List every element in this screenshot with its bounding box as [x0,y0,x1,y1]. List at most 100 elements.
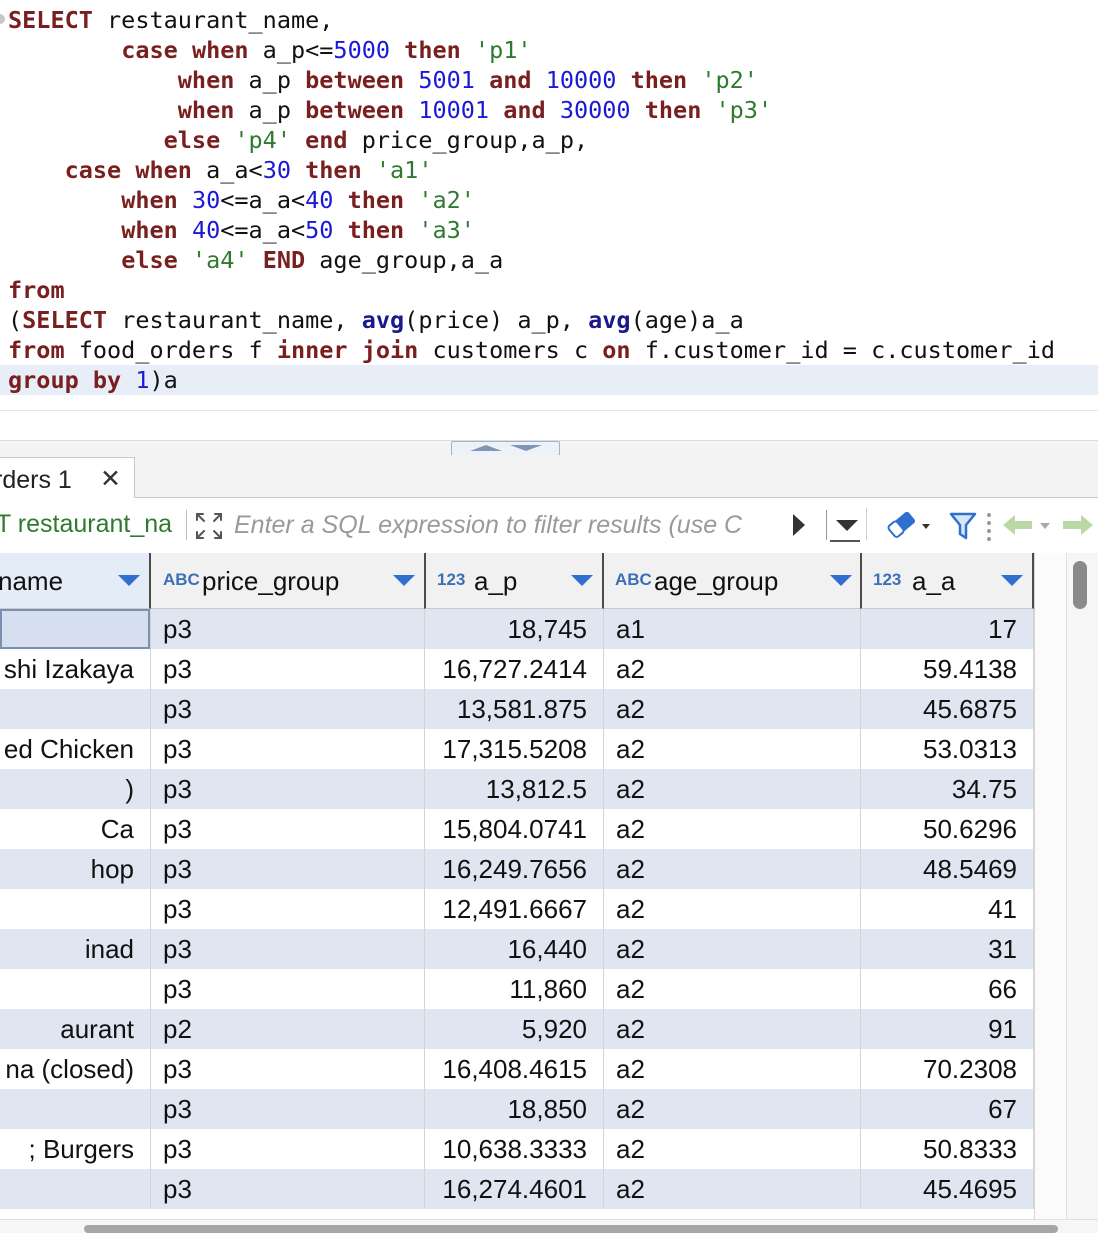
cell-restaurant-name[interactable]: shi Izakaya [0,649,151,689]
code-line[interactable]: when a_p between 10001 and 30000 then 'p… [8,95,772,125]
cell-a-p[interactable]: 5,920 [425,1009,604,1049]
cell-a-p[interactable]: 16,440 [425,929,604,969]
table-row[interactable]: Ca p3 15,804.0741 a2 50.6296 [0,809,1034,849]
sort-arrow-icon[interactable] [1001,575,1023,586]
table-row[interactable]: p3 12,491.6667 a2 41 [0,889,1034,929]
cell-a-a[interactable]: 70.2308 [861,1049,1034,1089]
filter-expression-input[interactable] [234,510,792,540]
cell-a-a[interactable]: 67 [861,1089,1034,1129]
cell-a-a[interactable]: 45.4695 [861,1169,1034,1209]
cell-a-a[interactable]: 31 [861,929,1034,969]
table-row[interactable]: hop p3 16,249.7656 a2 48.5469 [0,849,1034,889]
cell-price-group[interactable]: p3 [151,1049,425,1089]
column-header-a-p[interactable]: 123 a_p [424,553,604,609]
code-line[interactable]: from food_orders f inner join customers … [8,335,1055,365]
cell-restaurant-name[interactable]: ed Chicken [0,729,151,769]
cell-a-p[interactable]: 16,274.4601 [425,1169,604,1209]
table-row[interactable]: p3 11,860 a2 66 [0,969,1034,1009]
cell-a-a[interactable]: 50.8333 [861,1129,1034,1169]
cell-a-p[interactable]: 15,804.0741 [425,809,604,849]
arrow-left-icon[interactable] [1000,510,1054,540]
cell-price-group[interactable]: p3 [151,649,425,689]
cell-a-p[interactable]: 13,812.5 [425,769,604,809]
cell-age-group[interactable]: a2 [604,769,861,809]
cell-a-a[interactable]: 66 [861,969,1034,1009]
expand-filter-icon[interactable] [194,511,224,541]
table-row[interactable]: p3 18,850 a2 67 [0,1089,1034,1129]
cell-a-a[interactable]: 45.6875 [861,689,1034,729]
cell-a-p[interactable]: 16,727.2414 [425,649,604,689]
cell-age-group[interactable]: a2 [604,729,861,769]
cell-a-a[interactable]: 53.0313 [861,729,1034,769]
cell-price-group[interactable]: p3 [151,769,425,809]
cell-age-group[interactable]: a2 [604,1089,861,1129]
arrow-right-icon[interactable] [1060,510,1096,540]
cell-restaurant-name[interactable] [0,889,151,929]
cell-a-p[interactable]: 10,638.3333 [425,1129,604,1169]
table-row[interactable]: na (closed) p3 16,408.4615 a2 70.2308 [0,1049,1034,1089]
code-line[interactable]: SELECT restaurant_name, [8,5,333,35]
cell-restaurant-name[interactable] [0,1089,151,1129]
cell-a-p[interactable]: 18,745 [425,609,604,649]
cell-a-a[interactable]: 59.4138 [861,649,1034,689]
cell-age-group[interactable]: a2 [604,649,861,689]
table-row[interactable]: inad p3 16,440 a2 31 [0,929,1034,969]
code-line[interactable]: else 'a4' END age_group,a_a [8,245,503,275]
cell-restaurant-name[interactable]: inad [0,929,151,969]
cell-restaurant-name[interactable]: Ca [0,809,151,849]
cell-age-group[interactable]: a1 [604,609,861,649]
cell-restaurant-name[interactable]: ; Burgers [0,1129,151,1169]
cell-price-group[interactable]: p3 [151,929,425,969]
cell-age-group[interactable]: a2 [604,929,861,969]
column-header-price-group[interactable]: ABC price_group [151,553,425,609]
cell-price-group[interactable]: p3 [151,689,425,729]
cell-a-a[interactable]: 34.75 [861,769,1034,809]
code-line[interactable]: from [8,275,65,305]
cell-a-a[interactable]: 17 [861,609,1034,649]
cell-age-group[interactable]: a2 [604,689,861,729]
selected-cell[interactable] [0,609,150,649]
cell-a-p[interactable]: 12,491.6667 [425,889,604,929]
sort-arrow-icon[interactable] [118,575,140,586]
cell-price-group[interactable]: p3 [151,849,425,889]
cell-age-group[interactable]: a2 [604,1049,861,1089]
column-header-age-group[interactable]: ABC age_group [604,553,861,609]
column-header-restaurant-name[interactable]: name [0,553,151,609]
cell-a-p[interactable]: 18,850 [425,1089,604,1129]
cell-restaurant-name[interactable]: hop [0,849,151,889]
sort-arrow-icon[interactable] [571,575,593,586]
cell-restaurant-name[interactable]: na (closed) [0,1049,151,1089]
maximize-editor-icon[interactable] [470,445,502,451]
splitter-toggle-handle[interactable] [451,441,560,456]
sort-arrow-icon[interactable] [393,575,415,586]
code-line[interactable]: else 'p4' end price_group,a_p, [8,125,588,155]
table-row[interactable]: aurant p2 5,920 a2 91 [0,1009,1034,1049]
cell-a-a[interactable]: 41 [861,889,1034,929]
sql-editor[interactable]: SELECT restaurant_name, case when a_p<=5… [0,0,1098,440]
code-line[interactable]: when a_p between 5001 and 10000 then 'p2… [8,65,758,95]
table-row[interactable]: p3 16,274.4601 a2 45.4695 [0,1169,1034,1209]
cell-price-group[interactable]: p3 [151,1089,425,1129]
close-icon[interactable]: ✕ [100,464,121,494]
eraser-icon[interactable] [887,509,931,541]
code-line[interactable]: case when a_a<30 then 'a1' [8,155,433,185]
cell-price-group[interactable]: p3 [151,1129,425,1169]
cell-age-group[interactable]: a2 [604,889,861,929]
cell-a-p[interactable]: 17,315.5208 [425,729,604,769]
code-line[interactable]: (SELECT restaurant_name, avg(price) a_p,… [8,305,744,335]
panel-splitter[interactable] [0,440,1098,456]
code-line[interactable]: group by 1)a [0,365,1098,395]
cell-restaurant-name[interactable] [0,969,151,1009]
cell-age-group[interactable]: a2 [604,1129,861,1169]
cell-a-p[interactable]: 16,408.4615 [425,1049,604,1089]
code-line[interactable]: when 30<=a_a<40 then 'a2' [8,185,475,215]
table-row[interactable]: ed Chicken p3 17,315.5208 a2 53.0313 [0,729,1034,769]
cell-price-group[interactable]: p3 [151,809,425,849]
code-line[interactable]: when 40<=a_a<50 then 'a3' [8,215,475,245]
table-row[interactable]: p3 18,745 a1 17 [0,609,1034,649]
filter-funnel-icon[interactable] [948,510,978,542]
cell-price-group[interactable]: p3 [151,1169,425,1209]
table-row[interactable]: shi Izakaya p3 16,727.2414 a2 59.4138 [0,649,1034,689]
cell-a-a[interactable]: 50.6296 [861,809,1034,849]
cell-age-group[interactable]: a2 [604,809,861,849]
